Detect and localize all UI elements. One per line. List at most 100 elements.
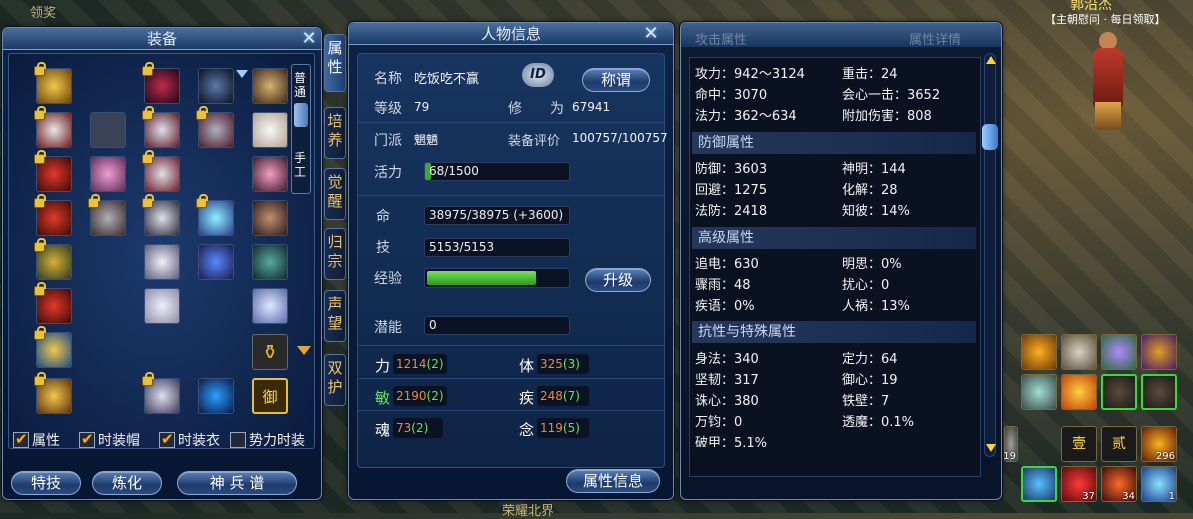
check-fashion-coat[interactable]: 时装衣 [159,429,220,451]
tab-reputation[interactable]: 声望 [324,290,346,342]
skill-slot-7[interactable] [1101,374,1137,410]
refine-button[interactable]: 炼化 [92,471,162,495]
fashion-slot-leg[interactable] [144,288,180,324]
equip-slot-necklace[interactable] [34,106,72,148]
equip-slot-talisman[interactable] [196,194,234,236]
upgrade-button[interactable]: 升级 [585,268,651,292]
id-badge[interactable]: ID [522,63,554,87]
empty-slot[interactable] [90,112,126,148]
skill-slot-5[interactable] [1021,374,1057,410]
equip-slot-armor[interactable] [34,150,72,192]
stat-speed: 248(7) [537,386,589,406]
equip-slot-crystal[interactable] [198,378,234,414]
attr-hit: 命中：3070 [695,88,768,103]
skill-slot-6[interactable] [1061,374,1097,410]
attribute-info-button[interactable]: 属性信息 [566,469,660,493]
exp-bar [424,268,570,288]
tab-return[interactable]: 归宗 [324,228,346,280]
scroll-up-icon[interactable] [986,56,996,64]
item-slot-crystal[interactable]: 1 [1141,466,1177,502]
scroll-down-icon[interactable] [986,444,996,452]
mount-slot-chest[interactable]: ⚱ [252,334,288,370]
scroll-up-arrow-small[interactable] [236,70,248,78]
mode-normal[interactable]: 普通 [294,71,308,99]
equip-slot-bracer[interactable] [88,194,126,236]
level-label: 等级 [374,101,402,117]
mount-slot-flower[interactable] [252,156,288,192]
fashion-slot-armor[interactable] [142,106,180,148]
fashion-slot-chest[interactable] [142,194,180,236]
scroll-down-arrow[interactable] [297,346,311,355]
checkbox-icon[interactable] [230,432,246,448]
fashion-slot-sleeve[interactable] [144,244,180,280]
item-slot-potion-red[interactable]: 37 [1061,466,1097,502]
npc-figure[interactable] [1085,32,1133,132]
tab-awaken[interactable]: 觉醒 [324,168,346,220]
item-slot-partial[interactable]: 19 [1003,426,1018,462]
attr-attack: 攻力：942～3124 [695,67,805,82]
mode-scroll[interactable]: 普通 手工 [291,64,311,194]
close-icon[interactable]: ✕ [299,30,319,48]
mount-slot-horns[interactable] [252,68,288,104]
weapon-book-button[interactable]: 神 兵 谱 [177,471,297,495]
tab-training[interactable]: 培养 [324,107,346,159]
stat-speed-label: 疾 [519,389,535,407]
mode-handmade[interactable]: 手工 [294,151,308,179]
check-fashion-hat[interactable]: 时装帽 [79,429,140,451]
close-icon[interactable]: ✕ [641,25,661,43]
scroll-thumb[interactable] [982,124,998,150]
rating-label: 装备评价 [508,134,561,149]
equip-slot-belt[interactable] [34,194,72,236]
fashion-slot-robe[interactable] [142,150,180,192]
lock-icon [34,150,46,164]
checkbox-icon[interactable] [159,429,175,449]
hotbar-tag-1[interactable]: 壹 [1061,426,1097,462]
attr-storm: 骤雨：48 [695,278,751,293]
mode-scroll-thumb[interactable] [294,103,308,127]
stat-soul-label: 魂 [375,421,391,439]
mount-slot-portrait[interactable] [252,200,288,236]
fashion-slot-top[interactable] [142,62,180,104]
hp-label: 命 [376,209,390,225]
check-faction-fashion[interactable]: 势力时装 [230,431,305,451]
equip-slot-helmet[interactable] [34,62,72,104]
level-value: 79 [414,100,430,114]
attr-iron-wall: 铁壁：7 [842,394,890,409]
mount-slot-mask[interactable] [252,112,288,148]
mount-slot-spirit[interactable] [252,288,288,324]
stat-agility-label: 敏 [375,389,391,407]
equip-slot-amulet[interactable] [34,372,72,414]
equip-slot-ring[interactable] [34,326,72,368]
check-attr[interactable]: 属性 [13,429,60,451]
item-slot-fire[interactable]: 296 [1141,426,1177,462]
fashion-slot-shoe[interactable] [142,372,180,414]
equip-slot-wings[interactable] [90,156,126,192]
checkbox-icon[interactable] [79,429,95,449]
skill-slot-3[interactable] [1101,334,1137,370]
mount-slot-horse[interactable] [252,244,288,280]
attr-critical: 重击：24 [842,67,898,82]
section-advanced: 高级属性 [692,227,976,249]
pet-slot[interactable] [198,68,234,104]
checkbox-icon[interactable] [13,429,29,449]
item-count: 296 [1155,451,1175,462]
attr-magic-pierce: 透魔：0.1% [842,415,915,430]
skill-button[interactable]: 特技 [11,471,81,495]
attr-scrollbar[interactable] [982,53,998,457]
equip-slot-staff[interactable] [198,244,234,280]
tab-guard[interactable]: 双护 [324,354,346,406]
skill-slot-8[interactable] [1141,374,1177,410]
item-slot-green[interactable] [1021,466,1057,502]
title-button[interactable]: 称谓 [582,68,650,92]
skill-slot-2[interactable] [1061,334,1097,370]
mount-slot-seal[interactable]: 御 [252,378,288,414]
hotbar-tag-2[interactable]: 贰 [1101,426,1137,462]
tab-attributes[interactable]: 属性 [324,34,346,92]
equip-slot-weapon[interactable] [196,106,234,148]
skill-slot-4[interactable] [1141,334,1177,370]
equip-slot-boots[interactable] [34,282,72,324]
equip-slot-pants[interactable] [34,238,72,280]
stat-mind-label: 念 [519,421,535,439]
skill-slot-1[interactable] [1021,334,1057,370]
item-slot-potion-dark[interactable]: 34 [1101,466,1137,502]
